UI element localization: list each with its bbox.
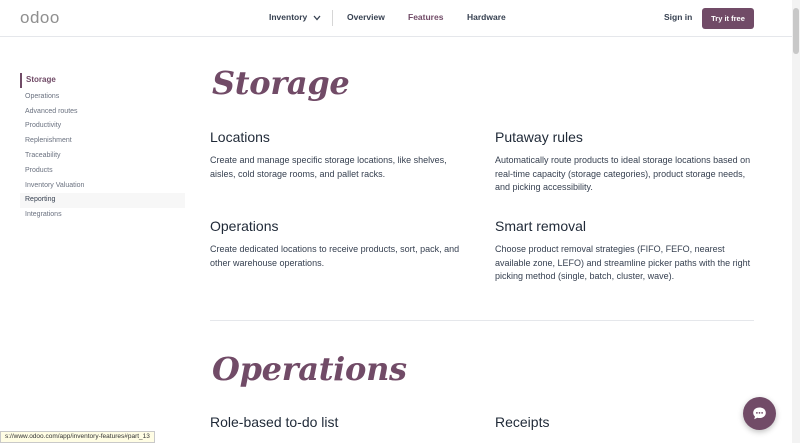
nav-features-link[interactable]: Features xyxy=(408,12,443,22)
nav-divider xyxy=(332,10,333,26)
nav-inventory-dropdown[interactable]: Inventory xyxy=(269,12,321,22)
feature-description: Create dedicated locations to receive pr… xyxy=(210,244,460,268)
nav-inventory-label: Inventory xyxy=(269,12,308,22)
feature-locations: Locations Create and manage specific sto… xyxy=(210,129,470,181)
feature-title: Locations xyxy=(210,129,270,145)
try-it-free-button[interactable]: Try it free xyxy=(702,8,754,29)
feature-operations: Operations Create dedicated locations to… xyxy=(210,218,470,270)
section-divider xyxy=(210,320,754,321)
sidebar-item-storage[interactable]: Storage xyxy=(20,73,185,88)
sidebar-item-products[interactable]: Products xyxy=(20,164,185,179)
feature-title: Smart removal xyxy=(495,218,587,234)
feature-description: Create and manage specific storage locat… xyxy=(210,155,447,179)
section-heading-storage: Storage xyxy=(212,64,350,102)
sidebar-item-advanced-routes[interactable]: Advanced routes xyxy=(20,105,185,120)
nav-hardware-link[interactable]: Hardware xyxy=(467,12,506,22)
feature-putaway-rules: Putaway rules Automatically route produc… xyxy=(495,129,755,195)
chevron-down-icon xyxy=(313,15,321,21)
scrollbar-thumb[interactable] xyxy=(793,8,799,54)
live-chat-button[interactable] xyxy=(743,397,776,430)
nav-overview-link[interactable]: Overview xyxy=(347,12,385,22)
feature-title: Receipts xyxy=(495,414,550,430)
feature-description: Choose product removal strategies (FIFO,… xyxy=(495,244,751,282)
feature-role-based-todo: Role-based to-do list xyxy=(210,414,470,439)
feature-title: Putaway rules xyxy=(495,129,583,145)
link-preview-status: s://www.odoo.com/app/inventory-features#… xyxy=(0,431,155,443)
feature-description: Automatically route products to ideal st… xyxy=(495,155,751,193)
chat-bubble-icon xyxy=(753,407,766,420)
top-navbar: odoo Inventory Overview Features Hardwar… xyxy=(0,0,800,37)
feature-title: Role-based to-do list xyxy=(210,414,339,430)
sidebar-item-traceability[interactable]: Traceability xyxy=(20,149,185,164)
feature-smart-removal: Smart removal Choose product removal str… xyxy=(495,218,755,284)
feature-title: Operations xyxy=(210,218,279,234)
feature-receipts: Receipts xyxy=(495,414,755,439)
section-heading-operations: Operations xyxy=(212,350,407,388)
sidebar-item-integrations[interactable]: Integrations xyxy=(20,208,185,223)
page-scrollbar[interactable] xyxy=(792,0,800,443)
sidebar-item-inventory-valuation[interactable]: Inventory Valuation xyxy=(20,179,185,194)
sign-in-link[interactable]: Sign in xyxy=(664,12,692,22)
features-sidebar: Storage Operations Advanced routes Produ… xyxy=(20,73,185,223)
sidebar-item-reporting[interactable]: Reporting xyxy=(20,193,185,209)
sidebar-item-replenishment[interactable]: Replenishment xyxy=(20,134,185,149)
sidebar-item-productivity[interactable]: Productivity xyxy=(20,119,185,134)
sidebar-item-operations[interactable]: Operations xyxy=(20,90,185,105)
odoo-logo[interactable]: odoo xyxy=(20,8,60,28)
